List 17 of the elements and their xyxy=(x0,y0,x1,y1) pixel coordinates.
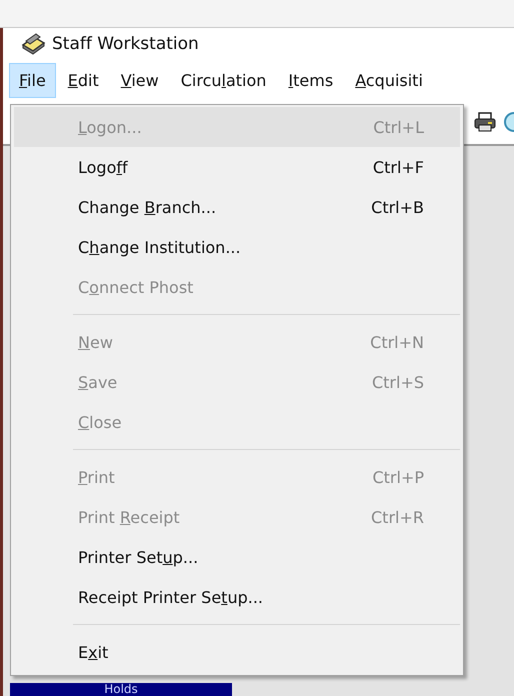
window-title: Staff Workstation xyxy=(52,34,199,54)
menu-item[interactable]: Logoff Ctrl+F xyxy=(14,147,460,187)
menu-item[interactable]: Receipt Printer Setup... xyxy=(14,577,460,617)
menu-bar-item[interactable]: Circulation xyxy=(170,62,276,98)
globe-icon[interactable] xyxy=(502,112,514,132)
menu-item[interactable]: Printer Setup... xyxy=(14,537,460,577)
menu-bar-item[interactable]: View xyxy=(110,62,169,98)
menu-item[interactable]: Change Branch... Ctrl+B xyxy=(14,187,460,227)
menu-bar-item[interactable]: File xyxy=(9,62,56,98)
menu-item[interactable]: Exit xyxy=(14,632,460,672)
menu-bar-item[interactable]: Acquisiti xyxy=(345,62,433,98)
menu-bar-item[interactable]: Edit xyxy=(58,62,109,98)
holds-button[interactable]: Holds xyxy=(10,683,232,696)
menu-item[interactable]: Change Institution... xyxy=(14,227,460,267)
printer-icon[interactable] xyxy=(474,112,496,132)
menu-bar-item[interactable]: Items xyxy=(278,62,344,98)
scanner-icon xyxy=(20,33,46,55)
